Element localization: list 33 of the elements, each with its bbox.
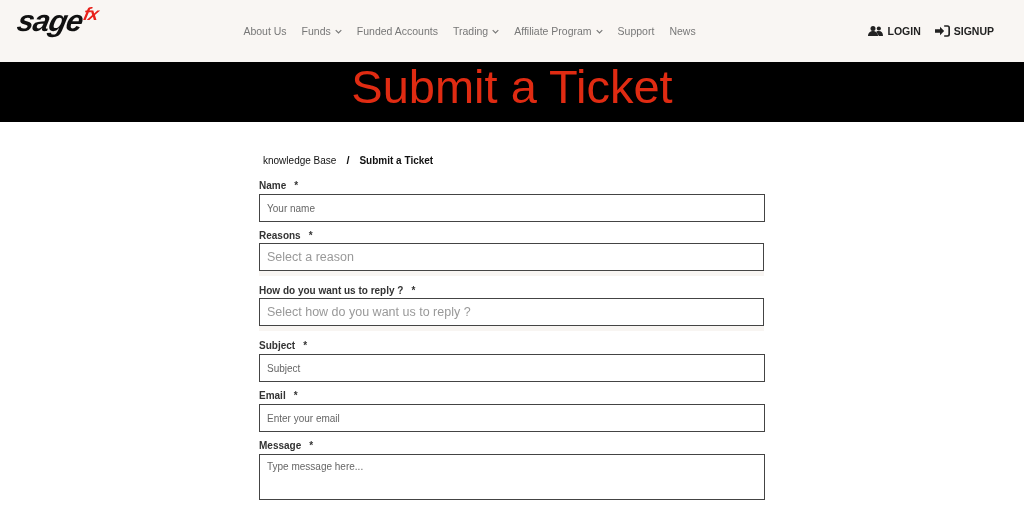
nav-link[interactable]: Support — [617, 25, 655, 37]
field-label: How do you want us to reply ? — [259, 285, 404, 297]
page-title: Submit a Ticket — [351, 62, 673, 115]
nav-link[interactable]: News — [669, 25, 696, 37]
field-label: Name — [259, 180, 287, 192]
nav-link[interactable]: Funds — [301, 25, 342, 37]
required-mark: * — [303, 340, 308, 352]
sign-in-icon — [934, 25, 950, 37]
message-field[interactable]: Type message here... — [259, 454, 765, 500]
required-mark: * — [293, 390, 298, 402]
field-label: Subject — [259, 340, 296, 352]
nav-link[interactable]: Trading — [452, 25, 500, 37]
input-field[interactable]: Your name — [259, 194, 765, 222]
field-label: Reasons — [259, 230, 301, 242]
select-field[interactable]: Select how do you want us to reply ? — [259, 298, 764, 326]
input-field[interactable]: Enter your email — [259, 404, 765, 432]
select-field[interactable]: Select a reason — [259, 243, 764, 271]
nav-link[interactable]: About Us — [243, 25, 287, 37]
breadcrumb-link[interactable]: knowledge Base — [263, 154, 337, 166]
required-mark: * — [309, 440, 314, 452]
nav-link[interactable]: Affiliate Program — [514, 25, 603, 37]
required-mark: * — [411, 285, 416, 297]
required-mark: * — [294, 180, 299, 192]
nav-link[interactable]: Funded Accounts — [356, 25, 438, 37]
signup-link[interactable]: SIGNUP — [934, 25, 994, 37]
required-mark: * — [308, 230, 313, 242]
breadcrumb-current: Submit a Ticket — [359, 154, 434, 166]
field-label: Email — [259, 390, 286, 402]
breadcrumb-separator: / — [346, 154, 350, 166]
input-field[interactable]: Subject — [259, 354, 765, 382]
field-label: Message — [259, 440, 302, 452]
login-link[interactable]: LOGIN — [868, 25, 921, 37]
users-icon — [868, 25, 884, 37]
